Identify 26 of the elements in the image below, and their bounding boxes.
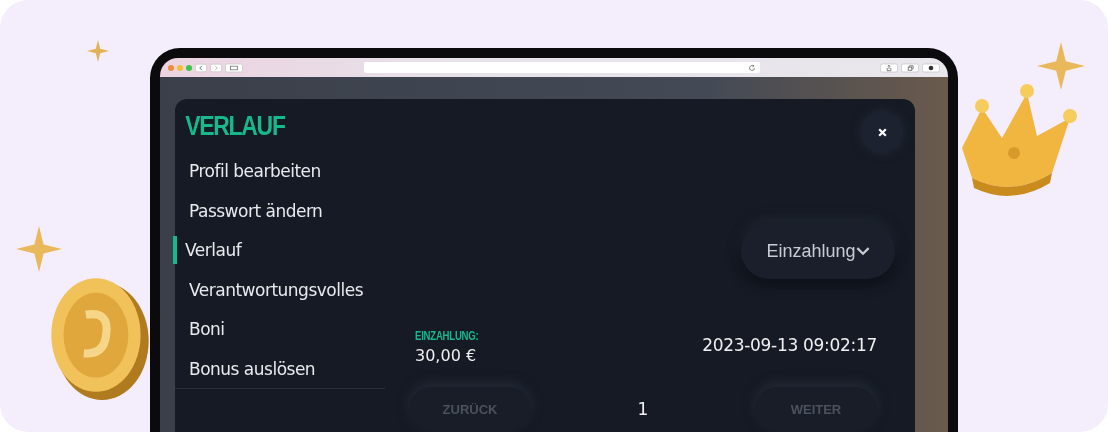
menu-item[interactable]: Boni <box>173 315 389 343</box>
reload-icon[interactable] <box>747 63 756 72</box>
address-field[interactable] <box>363 62 760 73</box>
menu-item[interactable]: Passwort ändern <box>173 196 389 225</box>
share-icon[interactable] <box>880 62 898 73</box>
close-icon <box>876 126 888 138</box>
transaction-type: EINZAHLUNG: <box>415 329 479 343</box>
back-icon[interactable] <box>195 62 207 73</box>
page-number: 1 <box>637 399 649 419</box>
minimize-dot-icon[interactable] <box>177 64 183 71</box>
sidebar-icon[interactable] <box>225 62 243 73</box>
chevron-icon <box>855 246 870 256</box>
menu-item[interactable]: Verlauf <box>173 236 389 264</box>
zoom-dot-icon[interactable] <box>186 64 192 71</box>
transaction-amount: 30,00 € <box>415 346 478 365</box>
sparkle-icon <box>87 40 109 62</box>
filter-dropdown[interactable]: Einzahlung <box>741 223 895 279</box>
sparkle-icon <box>16 226 62 272</box>
sparkle-icon <box>1037 42 1085 90</box>
forward-icon[interactable] <box>210 62 222 73</box>
modal-title: VERLAUF <box>184 111 287 143</box>
menu-item[interactable]: Verantwortungsvolles <box>173 275 389 304</box>
menu-item[interactable]: Profil bearbeiten <box>173 157 389 185</box>
close-dot-icon[interactable] <box>168 64 174 71</box>
transaction-date: 2023-09-13 09:02:17 <box>702 335 877 355</box>
menu-item[interactable]: Bonus auslösen <box>173 354 389 383</box>
